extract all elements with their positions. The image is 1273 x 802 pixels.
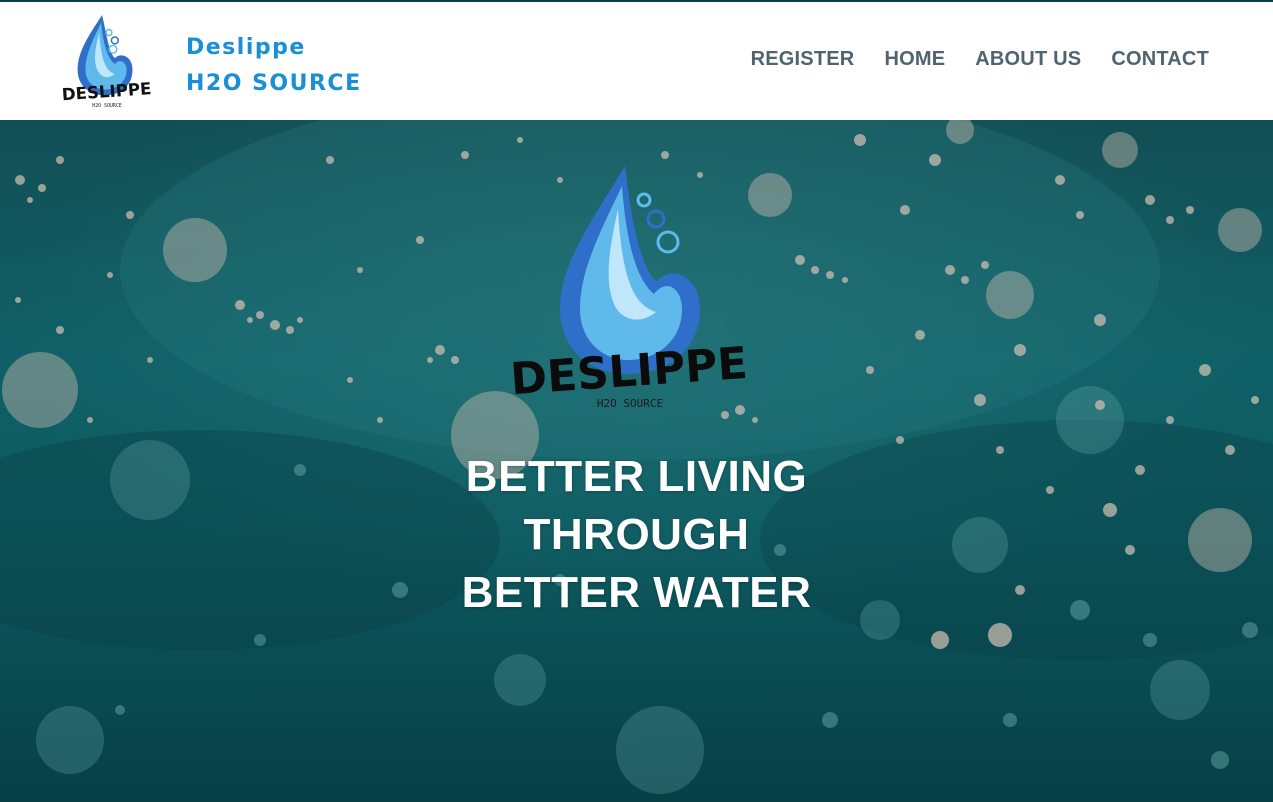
brand-name[interactable]: Deslippe H2O SOURCE [186, 30, 362, 102]
hero-logo-icon: DESLIPPE H2O SOURCE [510, 166, 749, 410]
brand-line-1: Deslippe [186, 35, 306, 60]
main-nav: REGISTER HOME ABOUT US CONTACT [751, 48, 1209, 71]
header-logo-wordmark: DESLIPPE [61, 79, 152, 104]
header-logo-icon[interactable]: DESLIPPE H2O SOURCE [58, 12, 156, 112]
nav-about-us-link[interactable]: ABOUT US [975, 48, 1081, 71]
tagline-line-3: BETTER WATER [461, 568, 812, 617]
tagline-line-2: THROUGH [523, 510, 750, 559]
brand-line-2: H2O SOURCE [186, 71, 362, 96]
nav-home-link[interactable]: HOME [884, 48, 945, 71]
hero-section: DESLIPPE H2O SOURCE BETTER LIVING THROUG… [0, 120, 1273, 802]
nav-register-link[interactable]: REGISTER [751, 48, 855, 71]
site-header: DESLIPPE H2O SOURCE Deslippe H2O SOURCE … [0, 0, 1273, 120]
header-logo-subtext: H2O SOURCE [92, 103, 121, 109]
page: DESLIPPE H2O SOURCE Deslippe H2O SOURCE … [0, 0, 1273, 802]
nav-contact-link[interactable]: CONTACT [1111, 48, 1209, 71]
tagline-line-1: BETTER LIVING [465, 452, 808, 501]
hero-logo-wordmark: DESLIPPE [510, 338, 749, 405]
hero-logo-subtext: H2O SOURCE [597, 397, 663, 410]
hero-tagline: BETTER LIVING THROUGH BETTER WATER [0, 448, 1273, 622]
